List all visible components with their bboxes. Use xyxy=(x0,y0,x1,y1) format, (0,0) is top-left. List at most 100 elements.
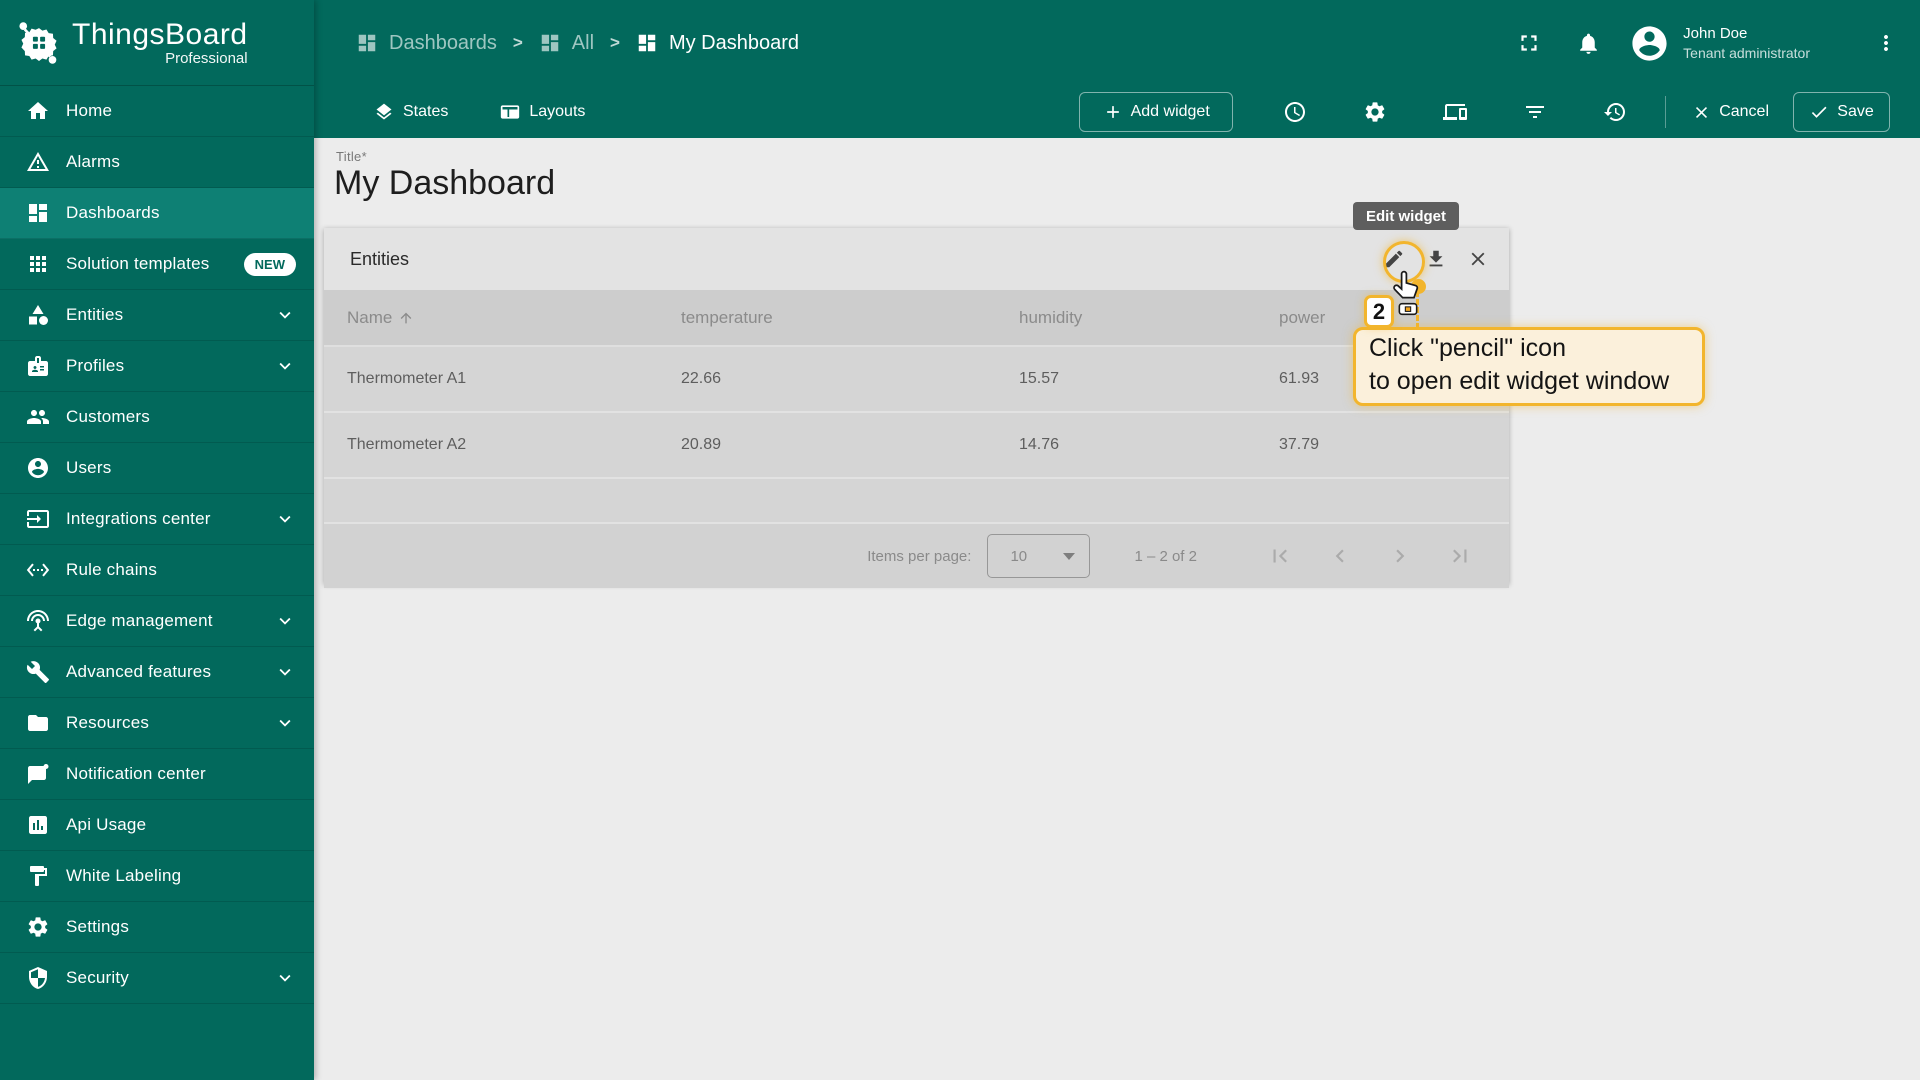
cell-name: Thermometer A2 xyxy=(347,436,467,453)
more-menu-button[interactable] xyxy=(1874,31,1898,55)
table-row[interactable]: Thermometer A1 22.66 15.57 61.93 xyxy=(324,347,1509,413)
instruction-callout: Click "pencil" icon to open edit widget … xyxy=(1353,327,1705,406)
sidebar-item-notification-center[interactable]: Notification center xyxy=(0,749,314,800)
first-page-button[interactable] xyxy=(1267,543,1293,569)
filter-icon xyxy=(1526,106,1545,118)
thingsboard-app: ThingsBoard Professional Home Alarms Das… xyxy=(0,0,1920,1080)
check-icon xyxy=(1812,106,1827,118)
sidebar-item-users[interactable]: Users xyxy=(0,443,314,494)
layout-icon xyxy=(501,105,520,119)
sidebar-item-entities[interactable]: Entities xyxy=(0,290,314,341)
remove-widget-button[interactable] xyxy=(1459,240,1497,278)
dashboard-settings-button[interactable] xyxy=(1353,90,1397,134)
clock-icon xyxy=(1285,102,1306,122)
sidebar-item-rule-chains[interactable]: Rule chains xyxy=(0,545,314,596)
dashboards-icon xyxy=(26,201,50,225)
notifications-button[interactable] xyxy=(1576,31,1601,56)
user-info: John Doe Tenant administrator xyxy=(1683,24,1810,62)
entities-widget: Entities Name temperature humidity power… xyxy=(324,228,1509,588)
column-header-temperature[interactable]: temperature xyxy=(681,308,1019,328)
callout-text-line1: Click "pencil" icon xyxy=(1369,334,1566,362)
column-header-humidity[interactable]: humidity xyxy=(1019,308,1279,328)
history-icon xyxy=(1604,103,1626,121)
save-button[interactable]: Save xyxy=(1793,92,1890,132)
home-icon xyxy=(26,99,50,123)
alarm-warning-icon xyxy=(26,150,50,174)
breadcrumb-row: Dashboards > All > My Dashboard John Doe… xyxy=(314,0,1920,86)
security-shield-icon xyxy=(26,966,50,990)
entity-aliases-button[interactable] xyxy=(1433,90,1477,134)
states-button[interactable]: States xyxy=(374,102,448,122)
sidebar-item-alarms[interactable]: Alarms xyxy=(0,137,314,188)
sidebar-nav: Home Alarms Dashboards Solution template… xyxy=(0,86,314,1004)
dashboard-edit-area: Title* My Dashboard Entities Name temper… xyxy=(314,138,1920,1080)
sidebar-item-solution-templates[interactable]: Solution templates NEW xyxy=(0,239,314,290)
filters-button[interactable] xyxy=(1513,90,1557,134)
sidebar-item-edge-management[interactable]: Edge management xyxy=(0,596,314,647)
more-vert-icon xyxy=(1884,35,1888,51)
devices-icon xyxy=(1443,104,1468,120)
profiles-badge-icon xyxy=(26,354,50,378)
dropdown-caret-icon xyxy=(1063,552,1076,560)
chevron-down-icon xyxy=(274,355,296,377)
chevron-down-icon xyxy=(274,304,296,326)
table-pagination: Items per page: 10 1 – 2 of 2 xyxy=(324,524,1509,588)
cell-temperature: 22.66 xyxy=(681,370,722,387)
sidebar-item-security[interactable]: Security xyxy=(0,953,314,1004)
version-history-button[interactable] xyxy=(1593,90,1637,134)
dashboard-icon xyxy=(356,32,378,54)
first-page-icon xyxy=(1273,549,1287,563)
api-usage-chart-icon xyxy=(26,813,50,837)
last-page-button[interactable] xyxy=(1447,543,1473,569)
topbar-right-cluster: John Doe Tenant administrator xyxy=(1516,23,1898,64)
sidebar-item-settings[interactable]: Settings xyxy=(0,902,314,953)
dashboard-title-input[interactable]: My Dashboard xyxy=(334,164,555,203)
title-field-label: Title* xyxy=(336,149,367,164)
sidebar: ThingsBoard Professional Home Alarms Das… xyxy=(0,0,314,1080)
chevron-down-icon xyxy=(274,610,296,632)
breadcrumb-my-dashboard[interactable]: My Dashboard xyxy=(636,32,799,55)
cell-temperature: 20.89 xyxy=(681,436,722,453)
edit-widget-tooltip: Edit widget xyxy=(1353,202,1459,230)
fullscreen-icon xyxy=(1521,35,1537,51)
brand-logo[interactable]: ThingsBoard Professional xyxy=(0,0,314,86)
users-person-icon xyxy=(26,456,50,480)
sidebar-item-profiles[interactable]: Profiles xyxy=(0,341,314,392)
sidebar-item-white-labeling[interactable]: White Labeling xyxy=(0,851,314,902)
sidebar-item-dashboards[interactable]: Dashboards xyxy=(0,188,314,239)
user-role: Tenant administrator xyxy=(1683,45,1810,61)
apps-grid-icon xyxy=(26,252,50,276)
sidebar-item-integrations-center[interactable]: Integrations center xyxy=(0,494,314,545)
table-row[interactable]: Thermometer A2 20.89 14.76 37.79 xyxy=(324,413,1509,479)
breadcrumb-all[interactable]: All xyxy=(539,32,594,55)
advanced-features-tools-icon xyxy=(26,660,50,684)
sidebar-item-home[interactable]: Home xyxy=(0,86,314,137)
sidebar-item-api-usage[interactable]: Api Usage xyxy=(0,800,314,851)
column-header-name[interactable]: Name xyxy=(347,308,681,328)
download-icon xyxy=(1429,250,1443,267)
dashboard-toolbar: States Layouts Add widget Cancel Save xyxy=(314,86,1920,138)
fullscreen-button[interactable] xyxy=(1516,30,1542,56)
layouts-button[interactable]: Layouts xyxy=(500,102,585,122)
chevron-down-icon xyxy=(274,661,296,683)
breadcrumb-dashboards[interactable]: Dashboards xyxy=(356,32,497,55)
settings-gear-icon xyxy=(26,915,50,939)
add-widget-button[interactable]: Add widget xyxy=(1079,92,1234,132)
dashboard-icon xyxy=(539,32,561,54)
page-size-select[interactable]: 10 xyxy=(987,534,1091,578)
user-name: John Doe xyxy=(1683,25,1748,42)
sidebar-item-resources[interactable]: Resources xyxy=(0,698,314,749)
time-window-button[interactable] xyxy=(1273,90,1317,134)
cancel-button[interactable]: Cancel xyxy=(1692,103,1769,122)
user-avatar[interactable] xyxy=(1629,23,1670,64)
sidebar-item-advanced-features[interactable]: Advanced features xyxy=(0,647,314,698)
resources-folder-icon xyxy=(26,711,50,735)
customers-people-icon xyxy=(26,405,50,429)
sidebar-item-customers[interactable]: Customers xyxy=(0,392,314,443)
toolbar-actions: Add widget Cancel Save xyxy=(1079,90,1890,134)
hand-cursor-icon xyxy=(1393,270,1419,316)
items-per-page-label: Items per page: xyxy=(867,547,972,565)
next-page-button[interactable] xyxy=(1387,543,1413,569)
layers-icon xyxy=(376,103,392,120)
previous-page-button[interactable] xyxy=(1327,543,1353,569)
